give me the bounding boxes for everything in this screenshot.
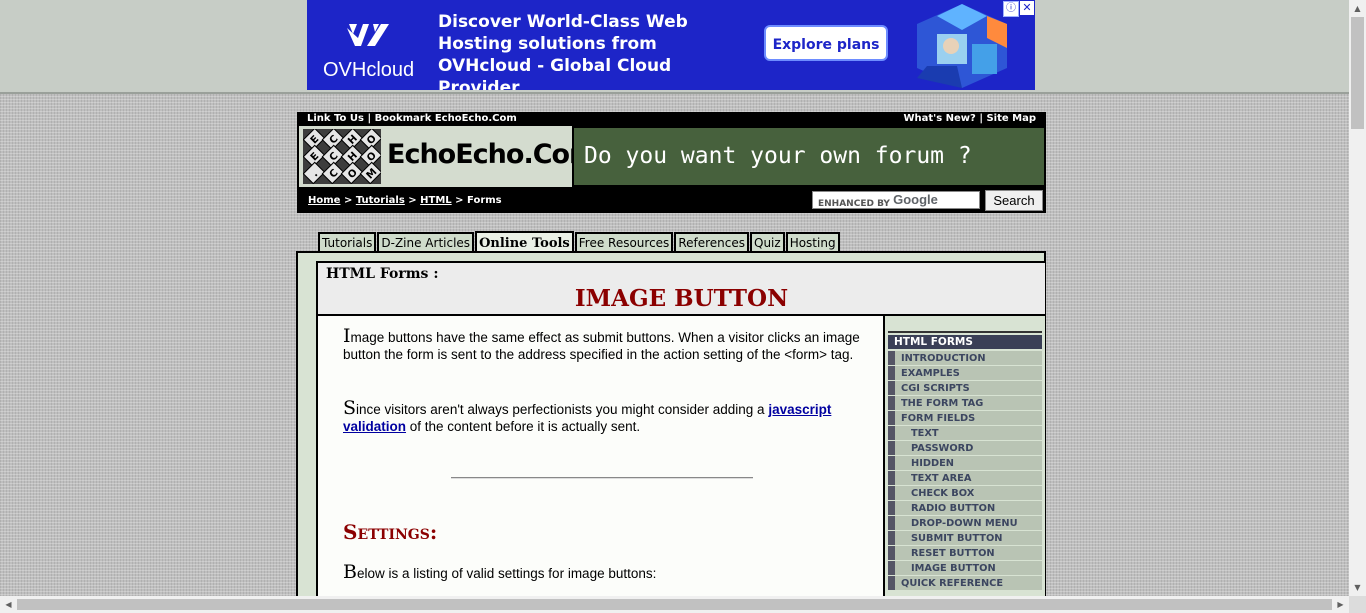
ad-headline[interactable]: Discover World-Class Web Hosting solutio… xyxy=(438,11,748,90)
paragraph-text: elow is a listing of valid settings for … xyxy=(356,566,657,581)
sidebar-item-drop-down-menu[interactable]: DROP-DOWN MENU xyxy=(888,516,1042,530)
scroll-down-icon[interactable]: ▼ xyxy=(1349,579,1366,596)
sidebar-heading: HTML FORMS xyxy=(888,335,1042,349)
paragraph-text: mage buttons have the same effect as sub… xyxy=(343,330,860,362)
settings-paragraph: Below is a listing of valid settings for… xyxy=(343,561,863,583)
breadcrumb-separator: > xyxy=(343,195,353,206)
sidebar-item-reset-button[interactable]: RESET BUTTON xyxy=(888,546,1042,560)
search-button[interactable]: Search xyxy=(985,190,1043,211)
tab-d-zine-articles[interactable]: D-Zine Articles xyxy=(377,232,475,252)
google-brand-label: Google xyxy=(893,192,938,207)
site-logo[interactable]: ECHOECHO.COM EchoEcho.Com xyxy=(297,126,597,187)
forum-banner[interactable]: Do you want your own forum ? xyxy=(572,126,1046,187)
search-enhanced-label: ENHANCED BY xyxy=(818,199,890,209)
sidebar-item-radio-button[interactable]: RADIO BUTTON xyxy=(888,501,1042,515)
dropcap: B xyxy=(343,561,357,583)
category-tabs: Tutorials D-Zine Articles Online Tools Free… xyxy=(318,231,841,253)
sidebar-item-check-box[interactable]: CHECK BOX xyxy=(888,486,1042,500)
ad-banner[interactable]: OVHcloud Discover World-Class Web Hostin… xyxy=(307,0,1035,90)
breadcrumb-separator: > xyxy=(408,195,417,206)
sidebar-item-image-button[interactable]: IMAGE BUTTON xyxy=(888,561,1042,575)
section-label: HTML Forms : xyxy=(326,266,439,282)
sidebar-item-password[interactable]: PASSWORD xyxy=(888,441,1042,455)
sidebar-item-the-form-tag[interactable]: THE FORM TAG xyxy=(888,396,1042,410)
echoecho-tiles-icon: E C H OE C H O. C O M xyxy=(303,129,381,184)
ovh-mark-icon xyxy=(347,24,389,46)
scroll-up-icon[interactable]: ▲ xyxy=(1349,0,1366,17)
tab-references[interactable]: References xyxy=(674,232,749,252)
search-input[interactable]: ENHANCED BY Google xyxy=(812,191,980,209)
sidebar-item-form-fields[interactable]: FORM FIELDS xyxy=(888,411,1042,425)
tab-quiz[interactable]: Quiz xyxy=(750,232,785,252)
scrollbar-corner xyxy=(1349,596,1366,613)
explore-plans-button[interactable]: Explore plans xyxy=(764,25,888,61)
article-content: Image buttons have the same effect as su… xyxy=(316,316,885,613)
validation-paragraph: Since visitors aren't always perfectioni… xyxy=(343,397,863,435)
divider xyxy=(451,477,753,479)
ad-illustration-icon xyxy=(917,4,1007,88)
sidebar-item-text-area[interactable]: TEXT AREA xyxy=(888,471,1042,485)
ad-info-icon[interactable]: ⓘ xyxy=(1003,1,1019,17)
logo-text: EchoEcho.Com xyxy=(387,139,597,170)
horizontal-scroll-thumb[interactable] xyxy=(17,599,1332,610)
settings-heading: Settings: xyxy=(343,520,438,544)
sidebar-divider xyxy=(888,331,1042,333)
breadcrumb: Home > Tutorials > HTML > Forms xyxy=(308,195,502,206)
breadcrumb-current: Forms xyxy=(467,195,502,206)
breadcrumb-tutorials[interactable]: Tutorials xyxy=(356,195,405,206)
dropcap: I xyxy=(343,325,351,347)
page-title: IMAGE BUTTON xyxy=(574,285,789,312)
scroll-left-icon[interactable]: ◀ xyxy=(0,596,17,613)
sidebar-item-examples[interactable]: EXAMPLES xyxy=(888,366,1042,380)
paragraph-text: ince visitors aren't always perfectionis… xyxy=(356,402,769,417)
dropcap: S xyxy=(343,397,357,419)
sidebar-item-quick-reference[interactable]: QUICK REFERENCE xyxy=(888,576,1042,590)
sidebar-item-cgi-scripts[interactable]: CGI SCRIPTS xyxy=(888,381,1042,395)
horizontal-scrollbar[interactable]: ◀ ▶ xyxy=(0,596,1349,613)
ovh-logo-icon xyxy=(323,20,413,57)
header-top-bar: Link To Us | Bookmark EchoEcho.Com What'… xyxy=(297,112,1046,126)
sidebar: HTML FORMS INTRODUCTION EXAMPLES CGI SCRIP… xyxy=(885,316,1045,613)
bookmark-link[interactable]: Bookmark EchoEcho.Com xyxy=(375,113,517,124)
vertical-scroll-thumb[interactable] xyxy=(1351,17,1364,129)
breadcrumb-home[interactable]: Home xyxy=(308,195,340,206)
breadcrumb-bar: Home > Tutorials > HTML > Forms ENHANCED… xyxy=(297,187,1046,213)
sidebar-item-text[interactable]: TEXT xyxy=(888,426,1042,440)
site-map-link[interactable]: Site Map xyxy=(986,113,1036,124)
page-title-box: HTML Forms : IMAGE BUTTON xyxy=(316,261,1045,316)
vertical-scrollbar[interactable]: ▲ ▼ xyxy=(1349,0,1366,613)
sidebar-item-hidden[interactable]: HIDDEN xyxy=(888,456,1042,470)
intro-paragraph: Image buttons have the same effect as su… xyxy=(343,325,863,363)
tab-hosting[interactable]: Hosting xyxy=(785,232,840,252)
sidebar-list: INTRODUCTION EXAMPLES CGI SCRIPTS THE FORM … xyxy=(888,351,1042,591)
link-to-us-link[interactable]: Link To Us xyxy=(307,113,364,124)
breadcrumb-separator: > xyxy=(455,195,464,206)
ovhcloud-logo: OVHcloud xyxy=(323,20,415,82)
ad-close-icon[interactable]: ✕ xyxy=(1020,1,1034,15)
sidebar-item-submit-button[interactable]: SUBMIT BUTTON xyxy=(888,531,1042,545)
ad-brand: OVHcloud xyxy=(323,59,415,81)
tab-online-tools[interactable]: Online Tools xyxy=(475,231,574,253)
scroll-right-icon[interactable]: ▶ xyxy=(1332,596,1349,613)
tab-free-resources[interactable]: Free Resources xyxy=(574,232,674,252)
whats-new-link[interactable]: What's New? xyxy=(903,113,975,124)
sidebar-item-introduction[interactable]: INTRODUCTION xyxy=(888,351,1042,365)
paragraph-text: of the content before it is actually sen… xyxy=(406,419,641,434)
tab-tutorials[interactable]: Tutorials xyxy=(318,232,377,252)
breadcrumb-html[interactable]: HTML xyxy=(420,195,452,206)
